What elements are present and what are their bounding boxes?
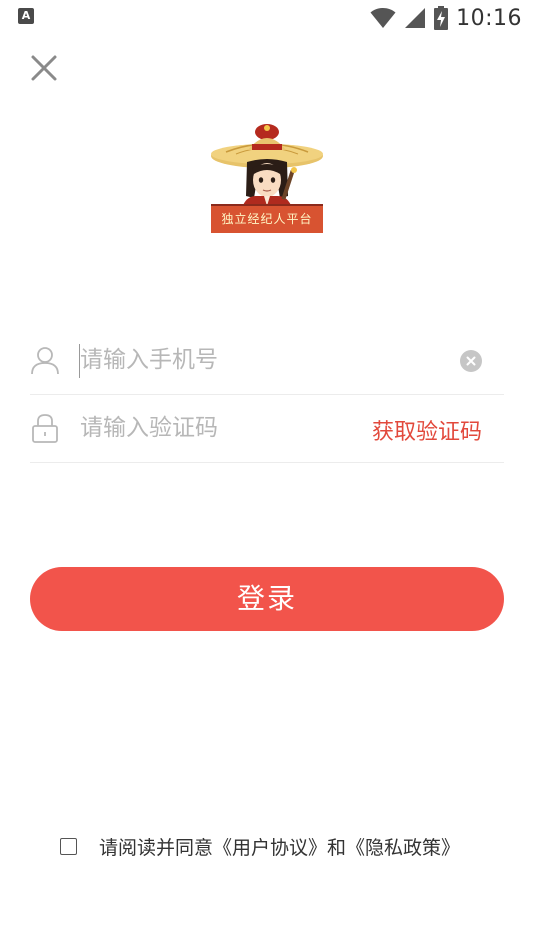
agreement-text: 请阅读并同意《用户协议》和《隐私政策》	[99, 833, 460, 860]
user-agreement-link[interactable]: 《用户协议》	[213, 837, 327, 859]
agreement-connector: 和	[327, 836, 347, 859]
cellular-signal-icon	[405, 8, 426, 28]
app-notification-icon: A	[18, 8, 34, 24]
verification-code-row: 获取验证码	[30, 396, 504, 463]
get-code-button[interactable]: 获取验证码	[372, 414, 482, 446]
user-icon	[31, 347, 59, 375]
login-button[interactable]: 登录	[30, 567, 504, 631]
close-icon	[31, 55, 57, 81]
logo-mascot-image	[211, 124, 323, 208]
lock-icon	[32, 414, 58, 443]
agreement-row: 请阅读并同意《用户协议》和《隐私政策》	[60, 832, 460, 860]
app-logo: 独立经纪人平台	[206, 118, 328, 234]
clock: 10:16	[456, 5, 522, 31]
clear-icon	[466, 356, 476, 366]
clear-phone-button[interactable]	[460, 350, 482, 372]
battery-charging-icon	[434, 6, 449, 30]
agreement-checkbox[interactable]	[60, 837, 77, 855]
logo-banner-text: 独立经纪人平台	[211, 204, 323, 233]
app-badge-label: A	[21, 9, 31, 22]
close-button[interactable]	[28, 52, 60, 84]
agreement-prefix: 请阅读并同意	[99, 836, 214, 859]
status-icons: 10:16	[370, 4, 522, 32]
phone-input[interactable]	[80, 340, 440, 380]
status-bar: A 10:16	[0, 0, 534, 36]
wifi-icon	[370, 8, 396, 28]
phone-row	[30, 328, 504, 395]
privacy-policy-link[interactable]: 《隐私政策》	[346, 837, 460, 859]
